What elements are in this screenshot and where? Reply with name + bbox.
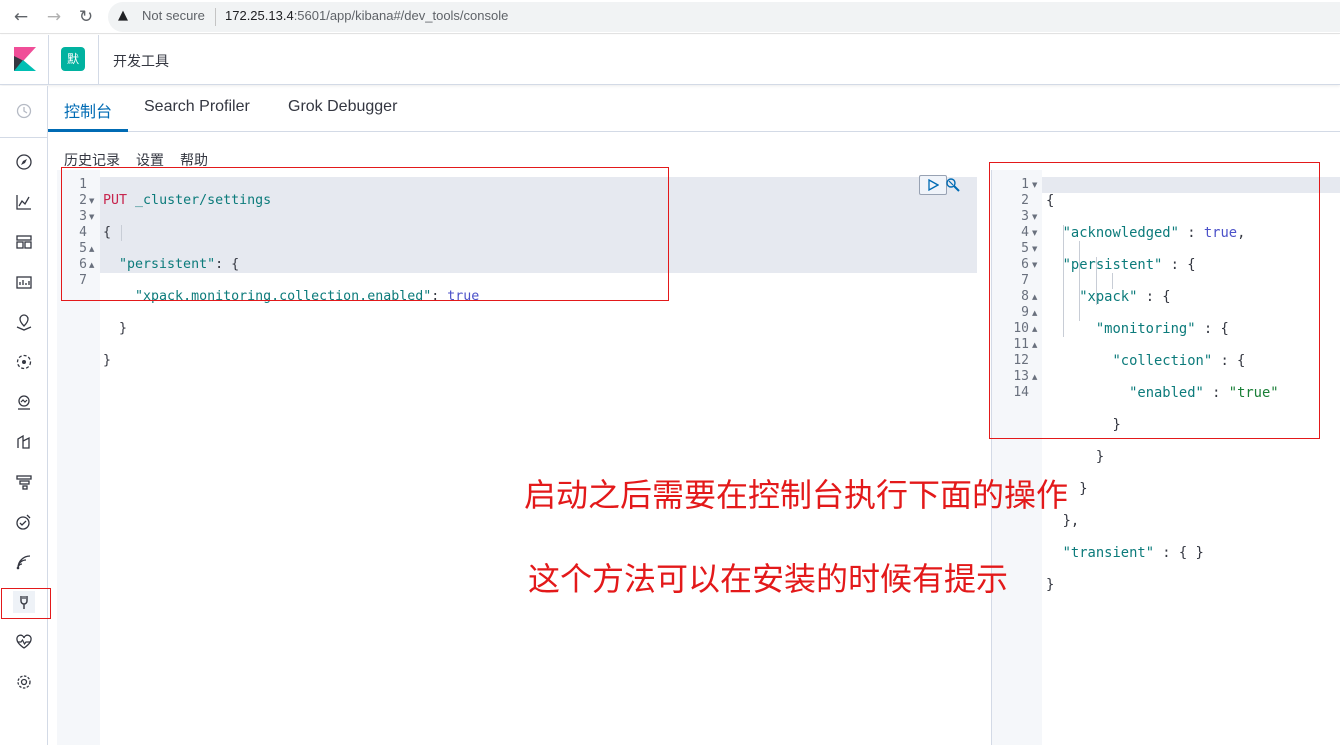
management-gear-icon[interactable]	[13, 671, 35, 693]
not-secure-label[interactable]: Not secure	[142, 8, 205, 23]
response-line: }	[1046, 577, 1055, 593]
warning-icon[interactable]: ▲	[118, 8, 128, 23]
response-key: "transient"	[1062, 545, 1154, 561]
discover-compass-icon[interactable]	[13, 151, 35, 173]
request-line-5: }	[119, 321, 128, 336]
monitoring-heart-icon[interactable]	[13, 631, 35, 653]
siem-icon[interactable]	[13, 551, 35, 573]
breadcrumb: 开发工具	[113, 54, 169, 70]
maps-icon[interactable]	[13, 311, 35, 333]
recent-clock-icon[interactable]	[13, 100, 35, 122]
annotation-text-2: 这个方法可以在安装的时候有提示	[528, 560, 1009, 598]
annotation-text-1: 启动之后需要在控制台执行下面的操作	[524, 476, 1069, 514]
space-avatar[interactable]: 默	[61, 47, 85, 71]
tab-console[interactable]: 控制台	[64, 98, 112, 122]
browser-toolbar: ← → ↻ ▲ Not secure 172.25.13.4:5601/app/…	[0, 0, 1340, 34]
send-request-button[interactable]	[919, 175, 947, 195]
response-line: "transient" : { }	[1062, 545, 1204, 561]
side-nav	[0, 86, 48, 745]
machine-learning-icon[interactable]	[13, 351, 35, 373]
request-line-7	[103, 385, 479, 401]
dev-tools-tabs: 控制台 Search Profiler Grok Debugger	[48, 86, 1340, 132]
logo-divider	[48, 35, 49, 85]
visualize-chart-icon[interactable]	[13, 191, 35, 213]
annotation-box-response	[989, 162, 1320, 439]
kibana-header: 默 开发工具	[0, 35, 1340, 85]
response-line	[1046, 609, 1279, 625]
uptime-icon[interactable]	[13, 511, 35, 533]
annotation-box-devtools-icon	[1, 588, 51, 619]
response-line: }	[1079, 481, 1088, 497]
forward-arrow-icon[interactable]: →	[43, 6, 65, 28]
request-line-6: }	[103, 353, 112, 368]
apm-icon[interactable]	[13, 471, 35, 493]
response-line: }	[1095, 449, 1105, 465]
play-icon	[928, 179, 939, 191]
response-line: },	[1062, 513, 1080, 529]
tab-grok-debugger[interactable]: Grok Debugger	[288, 98, 397, 116]
reload-icon[interactable]: ↻	[75, 6, 97, 28]
infrastructure-icon[interactable]	[13, 391, 35, 413]
tab-search-profiler[interactable]: Search Profiler	[144, 98, 250, 116]
url-host: 172.25.13.4	[225, 8, 294, 23]
kibana-logo-icon[interactable]	[14, 47, 36, 71]
breadcrumb-divider	[98, 35, 99, 85]
annotation-box-request	[61, 167, 669, 301]
nav-divider	[0, 137, 48, 138]
dashboard-icon[interactable]	[13, 231, 35, 253]
back-arrow-icon[interactable]: ←	[10, 6, 32, 28]
response-value: { }	[1178, 545, 1204, 561]
url-divider	[215, 8, 216, 26]
logs-icon[interactable]	[13, 431, 35, 453]
canvas-icon[interactable]	[13, 271, 35, 293]
url-text[interactable]: 172.25.13.4:5601/app/kibana#/dev_tools/c…	[225, 8, 508, 23]
active-tab-indicator	[48, 129, 128, 132]
wrench-settings-icon[interactable]	[944, 176, 962, 194]
url-path: :5601/app/kibana#/dev_tools/console	[293, 8, 509, 23]
